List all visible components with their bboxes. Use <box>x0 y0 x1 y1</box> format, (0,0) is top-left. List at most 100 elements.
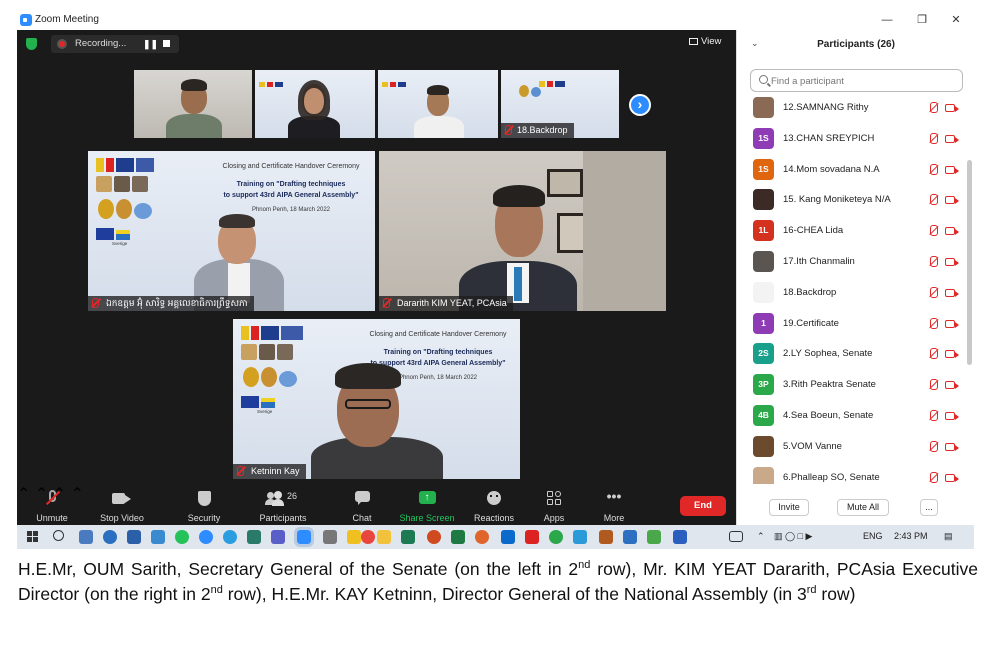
participant-row[interactable]: 4B 4.Sea Boeun, Senate <box>737 402 967 433</box>
participant-row[interactable]: 12.SAMNANG Rithy <box>737 94 967 125</box>
taskbar-app-icon[interactable] <box>151 530 165 544</box>
zoom-taskbar-icon[interactable] <box>294 527 314 547</box>
outlook-icon[interactable] <box>501 530 515 544</box>
taskbar-clock[interactable]: 2:43 PM <box>894 531 928 541</box>
video-off-icon[interactable] <box>945 442 959 451</box>
muted-mic-icon[interactable] <box>930 194 938 206</box>
restore-icon[interactable]: ❐ <box>915 13 929 27</box>
video-off-icon[interactable] <box>945 196 959 205</box>
input-language[interactable]: ENG <box>863 531 883 541</box>
tray-icons[interactable]: ▥ ◯ □ ▶ <box>774 531 812 542</box>
stop-video-button[interactable]: Stop Video <box>93 484 151 525</box>
taskbar-app-icon[interactable] <box>323 530 337 544</box>
taskbar-app-icon[interactable] <box>79 530 93 544</box>
participant-row[interactable]: 6.Phalleap SO, Senate <box>737 464 967 484</box>
taskbar-app-icon[interactable] <box>599 530 613 544</box>
security-button[interactable]: Security <box>182 484 226 525</box>
video-off-icon[interactable] <box>945 165 959 174</box>
video-off-icon[interactable] <box>945 288 959 297</box>
video-off-icon[interactable] <box>945 227 959 236</box>
video-tile-oum-sarith[interactable]: Sverige Closing and Certificate Handover… <box>88 151 375 311</box>
stop-recording-icon[interactable] <box>163 40 170 47</box>
teams-icon[interactable] <box>271 530 285 544</box>
taskbar-app-icon[interactable] <box>549 530 563 544</box>
taskbar-search-icon[interactable] <box>53 530 64 541</box>
close-icon[interactable]: ✕ <box>949 13 963 27</box>
taskbar-app-icon[interactable] <box>199 530 213 544</box>
apps-button[interactable]: Apps <box>538 484 570 525</box>
participant-row[interactable]: 1 19.Certificate <box>737 310 967 341</box>
view-button[interactable]: View <box>689 36 721 47</box>
end-meeting-button[interactable]: End <box>680 496 726 516</box>
taskbar-app-icon[interactable] <box>103 530 117 544</box>
muted-mic-icon[interactable] <box>930 348 938 360</box>
video-off-icon[interactable] <box>945 381 959 390</box>
muted-mic-icon[interactable] <box>930 410 938 421</box>
chat-button[interactable]: Chat <box>347 484 377 525</box>
unmute-button[interactable]: Unmute <box>27 484 77 525</box>
muted-mic-icon[interactable] <box>930 471 938 483</box>
tray-chevron-icon[interactable]: ⌃ <box>757 531 765 542</box>
participants-button[interactable]: 26 Participants <box>253 484 313 525</box>
video-tile-ketninn-kay[interactable]: Sverige Closing and Certificate Handover… <box>233 319 520 479</box>
video-off-icon[interactable] <box>945 350 959 359</box>
tray-app-icon[interactable] <box>729 531 743 542</box>
video-tile-strip-2[interactable] <box>255 70 375 138</box>
notification-icon[interactable]: ▤ <box>944 531 953 542</box>
video-tile-strip-3[interactable] <box>378 70 498 138</box>
video-off-icon[interactable] <box>945 412 959 420</box>
video-off-icon[interactable] <box>945 319 959 328</box>
taskbar-app-icon[interactable] <box>127 530 141 544</box>
mute-all-button[interactable]: Mute All <box>837 499 889 516</box>
participant-row[interactable]: 5.VOM Vanne <box>737 433 967 464</box>
muted-mic-icon[interactable] <box>930 286 938 298</box>
video-tile-strip-4[interactable]: 18.Backdrop <box>501 70 619 138</box>
excel-icon[interactable] <box>451 530 465 544</box>
video-off-icon[interactable] <box>945 104 959 112</box>
next-page-arrow-icon[interactable]: › <box>629 94 651 116</box>
participant-list-scrollbar[interactable] <box>967 160 972 365</box>
taskbar-app-icon[interactable] <box>401 530 415 544</box>
share-screen-button[interactable]: ↑ Share Screen <box>398 484 456 525</box>
firefox-icon[interactable] <box>475 530 489 544</box>
encryption-shield-icon[interactable] <box>26 38 37 50</box>
video-off-icon[interactable] <box>945 134 959 143</box>
participant-row[interactable]: 3P 3.Rith Peaktra Senate <box>737 371 967 402</box>
muted-mic-icon[interactable] <box>930 225 938 237</box>
participant-row[interactable]: 17.Ith Chanmalin <box>737 248 967 279</box>
taskbar-app-icon[interactable] <box>647 530 661 544</box>
participant-row[interactable]: 15. Kang Moniketeya N/A <box>737 186 967 217</box>
taskbar-app-icon[interactable] <box>525 530 539 544</box>
more-button[interactable]: ••• More <box>599 484 629 525</box>
participant-row[interactable]: 1L 16-CHEA Lida <box>737 217 967 248</box>
word-icon[interactable] <box>673 530 687 544</box>
powerpoint-icon[interactable] <box>427 530 441 544</box>
muted-mic-icon[interactable] <box>930 102 938 113</box>
participant-search[interactable] <box>750 69 963 92</box>
participant-row[interactable]: 1S 13.CHAN SREYPICH <box>737 125 967 156</box>
telegram-icon[interactable] <box>223 530 237 544</box>
pause-recording-icon[interactable]: ❚❚ <box>143 39 158 50</box>
muted-mic-icon[interactable] <box>930 256 938 267</box>
file-explorer-icon[interactable] <box>377 530 391 544</box>
panel-more-button[interactable]: ... <box>920 499 938 516</box>
participant-search-input[interactable] <box>771 73 956 89</box>
chrome-icon[interactable] <box>361 530 375 544</box>
minimize-icon[interactable]: — <box>880 13 894 27</box>
video-off-icon[interactable] <box>945 473 959 482</box>
taskbar-app-icon[interactable] <box>347 530 361 544</box>
video-tile-strip-1[interactable] <box>134 70 252 138</box>
participant-row[interactable]: 1S 14.Mom sovadana N.A <box>737 156 967 187</box>
muted-mic-icon[interactable] <box>930 317 938 329</box>
muted-mic-icon[interactable] <box>930 163 938 175</box>
taskbar-app-icon[interactable] <box>573 530 587 544</box>
whatsapp-icon[interactable] <box>175 530 189 544</box>
participant-row[interactable]: 18.Backdrop <box>737 279 967 310</box>
muted-mic-icon[interactable] <box>930 440 938 452</box>
reactions-button[interactable]: Reactions <box>471 484 517 525</box>
participant-row[interactable]: 2S 2.LY Sophea, Senate <box>737 340 967 371</box>
video-off-icon[interactable] <box>945 258 959 266</box>
muted-mic-icon[interactable] <box>930 132 938 144</box>
muted-mic-icon[interactable] <box>930 379 938 391</box>
taskbar-app-icon[interactable] <box>623 530 637 544</box>
